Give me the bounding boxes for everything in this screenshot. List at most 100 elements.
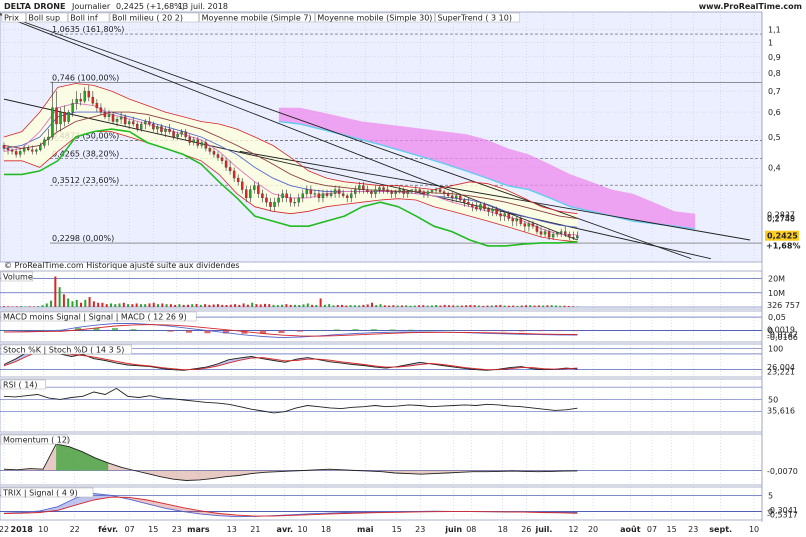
panel-title: TRIX | Signal ( 4 9) [2,489,78,498]
candle-body [192,139,196,143]
candle-body [539,231,543,235]
macd-histogram-bar [407,329,414,331]
macd-histogram-bar [130,329,137,331]
volume-bar [567,306,570,307]
panel-tick-label: 20M [768,275,785,284]
time-axis-label: 23 [415,525,425,534]
candle-body [390,191,393,194]
volume-bar [349,305,352,307]
volume-bar [28,306,31,307]
volume-bar [109,303,112,307]
panel-title: Volume [3,273,33,282]
panel-plot-area [0,433,763,486]
candle-body [297,197,300,203]
candle-body [188,136,191,143]
volume-bar [182,304,185,307]
volume-bar [358,305,361,307]
candle-body [370,191,373,194]
instrument-name: DELTA DRONE [4,2,65,11]
price-tick-label: 0,8 [768,69,781,78]
panel-value-tag: -0,5317 [767,510,798,519]
volume-bar [264,303,267,307]
candle-body [551,234,555,238]
volume-bar [422,305,425,307]
volume-bar [92,301,95,307]
volume-bar [54,276,57,307]
volume-bar [336,305,339,307]
volume-bar [379,304,382,307]
candle-body [131,121,135,125]
volume-bar [370,302,373,307]
macd-histogram-bar [389,329,396,331]
candle-body [59,111,62,125]
candle-body [164,128,167,132]
macd-histogram-bar [333,329,340,331]
volume-bar [212,304,215,307]
time-axis-label: 26 [521,525,531,534]
candle-body [160,126,163,132]
macd-histogram-bar [111,328,118,331]
volume-bar [199,304,202,307]
candle-body [168,128,171,132]
candle-body [148,121,151,125]
volume-bar [572,306,575,307]
volume-bar [7,306,10,307]
volume-bar [3,306,5,307]
candle-body [382,187,385,190]
legend-item-label: Boll inf [70,14,98,23]
candle-body [309,189,313,194]
candle-body [35,149,38,152]
volume-bar [186,304,189,307]
macd-histogram-bar [463,330,470,332]
price-tick-label: 0,7 [768,87,781,96]
candle-body [277,197,280,203]
volume-bar [20,306,23,307]
candle-body [75,98,78,104]
candle-body [200,142,204,146]
volume-bar [482,305,485,307]
volume-bar [281,304,284,307]
volume-bar [542,305,545,307]
candle-body [321,193,325,199]
panel-macd: 0,050MACD moins Signal | Signal | MACD (… [0,310,798,343]
volume-bar [576,306,579,308]
price-tick-label: 0,9 [768,53,781,62]
time-axis-label: 15 [392,525,402,534]
candle-body [559,231,563,233]
candle-body [495,208,498,214]
candle-body [176,134,179,138]
volume-bar [537,305,540,307]
candle-body [467,202,470,205]
volume-bar [388,305,391,307]
panel-tick-label: 10M [768,289,785,298]
volume-bar [490,305,493,307]
time-axis-label: sept. [709,525,732,534]
volume-bar [460,305,463,307]
legend-item-label: Prix [4,14,19,23]
candle-body [152,123,155,130]
volume-bar [152,302,155,307]
volume-bar [503,305,506,307]
prorealtime-chart: DELTA DRONE Journalier 0,2425 (+1,68%) 1… [0,0,806,537]
panel-momentum: Momentum ( 12) -0,0070 [0,433,798,486]
candle-body [479,204,482,210]
price-tick-label: 1 [768,38,773,47]
volume-bar [268,304,271,307]
volume-bar [221,304,224,307]
candle-body [543,231,547,235]
candle-body [317,193,321,199]
candle-body [265,197,268,203]
candle-body [523,223,527,227]
volume-bar [246,304,249,307]
time-axis-label: 23 [172,525,182,534]
candle-body [204,142,208,149]
time-axis-label: 21 [250,525,260,534]
candle-body [576,235,579,239]
volume-bar [148,303,151,307]
candle-body [547,231,551,238]
volume-bar [341,304,344,307]
candle-body [366,189,369,192]
volume-bar [507,305,510,307]
panel-value-tag: -0,0166 [767,333,798,342]
time-axis-label: 10 [297,525,307,534]
